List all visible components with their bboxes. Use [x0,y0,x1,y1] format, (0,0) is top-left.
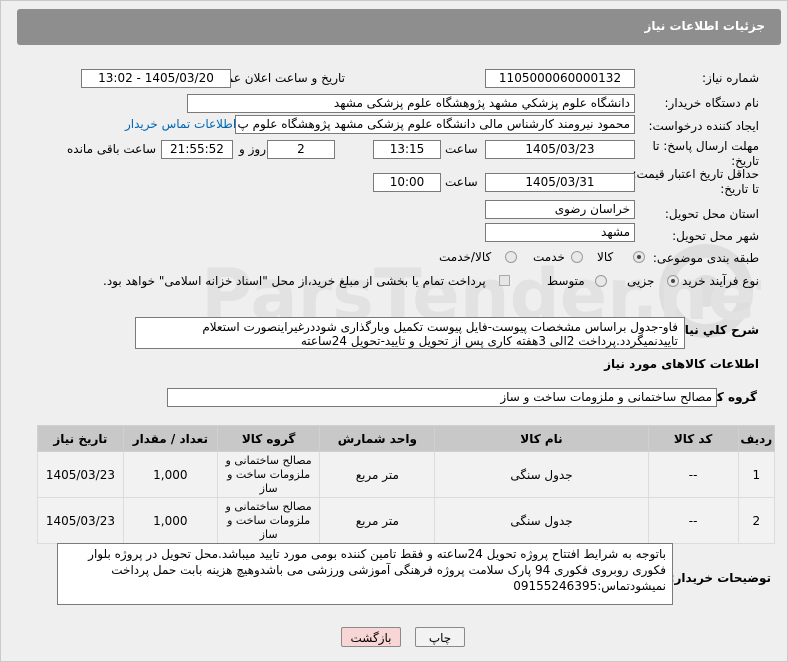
remaining-label: ساعت باقی مانده [67,142,157,156]
category-radio-goods[interactable] [633,251,645,263]
goods-table: ردیف کد کالا نام کالا واحد شمارش گروه کا… [37,425,776,544]
validity-label-date: تا تاریخ: [720,182,759,196]
validity-time-field: 10:00 [373,173,441,192]
process-label: نوع فرآیند خرید : [674,274,759,288]
cell-qty: 1,000 [122,451,218,498]
cell-date: 1405/03/23 [37,451,124,498]
remaining-time-field: 21:55:52 [161,140,233,159]
cell-unit: متر مربع [319,451,436,498]
category-radio-goods-service[interactable] [505,251,517,263]
validity-date-field: 1405/03/31 [485,173,635,192]
province-field: خراسان رضوی [485,200,635,219]
buyer-notes-label: توضیحات خریدار: [669,571,771,585]
description-textarea: فاو-جدول براساس مشخصات پیوست-فایل پیوست … [135,317,685,349]
category-label: طبقه بندی موضوعی: [652,251,759,265]
page-title: جزئیات اطلاعات نیاز [644,19,765,33]
buyer-notes-textarea: باتوجه به شرایط افتتاح پروژه تحویل 24ساع… [57,543,673,605]
days-label: روز و [239,142,266,156]
col-code: کد کالا [647,425,739,452]
province-label: استان محل تحویل: [664,207,759,221]
payment-note: پرداخت تمام یا بخشی از مبلغ خرید،از محل … [103,274,486,288]
buyer-org-field: دانشگاه علوم پزشكي مشهد پژوهشگاه علوم پز… [187,94,635,113]
announce-field: 1405/03/20 - 13:02 [81,69,231,88]
cell-unit: متر مربع [319,497,436,544]
page-frame: جزئیات اطلاعات نیاز ParsTender.net شماره… [0,0,788,662]
process-radio-medium[interactable] [595,275,607,287]
cell-qty: 1,000 [122,497,218,544]
cell-group: مصالح ساختمانی و ملزومات ساخت و ساز [216,497,321,544]
requester-field: محمود نیرومند کارشناس مالی دانشگاه علوم … [235,115,635,134]
back-button[interactable]: بازگشت [341,627,401,647]
col-qty: تعداد / مقدار [122,425,218,452]
cell-row: 1 [737,451,776,498]
need-number-label: شماره نیاز: [702,71,759,85]
table-row: 1 -- جدول سنگی متر مربع مصالح ساختمانی و… [37,451,776,498]
col-unit: واحد شمارش [319,425,436,452]
print-button[interactable]: چاپ [415,627,465,647]
goods-section-title: اطلاعات کالاهای مورد نیاز [604,357,759,371]
table-header-row: ردیف کد کالا نام کالا واحد شمارش گروه کا… [37,425,776,452]
deadline-time-label: ساعت [445,142,478,156]
process-radio-minor[interactable] [667,275,679,287]
cell-group: مصالح ساختمانی و ملزومات ساخت و ساز [216,451,321,498]
days-field: 2 [267,140,335,159]
validity-label: حداقل تاریخ اعتبار قیمت: [632,167,759,181]
process-option-medium: متوسط [547,274,585,288]
process-option-minor: جزیی [627,274,655,288]
col-row: ردیف [737,425,776,452]
city-field: مشهد [485,223,635,242]
header-bar: جزئیات اطلاعات نیاز [17,9,781,45]
buyer-org-label: نام دستگاه خریدار: [664,96,760,110]
col-date: تاریخ نیاز [37,425,124,452]
category-option-goods-service: کالا/خدمت [439,250,492,264]
city-label: شهر محل تحویل: [672,229,759,243]
deadline-date-field: 1405/03/23 [485,140,635,159]
cell-row: 2 [737,497,776,544]
deadline-time-field: 13:15 [373,140,441,159]
cell-code: -- [647,497,739,544]
category-option-goods: کالا [597,250,614,264]
cell-name: جدول سنگی [434,451,649,498]
cell-name: جدول سنگی [434,497,649,544]
deadline-label-date: تاریخ: [731,154,759,168]
table-row: 2 -- جدول سنگی متر مربع مصالح ساختمانی و… [37,497,776,544]
validity-time-label: ساعت [445,175,478,189]
goods-group-field: مصالح ساختمانی و ملزومات ساخت و ساز [167,388,717,407]
col-group: گروه کالا [216,425,321,452]
description-label: شرح کلي نیاز: [673,323,759,337]
cell-code: -- [647,451,739,498]
cell-date: 1405/03/23 [37,497,124,544]
category-option-service: خدمت [533,250,565,264]
buyer-contact-link[interactable]: اطلاعات تماس خریدار [125,117,236,131]
treasury-checkbox[interactable] [499,275,510,286]
need-number-field: 1105000060000132 [485,69,635,88]
col-name: نام کالا [434,425,649,452]
requester-label: ایجاد کننده درخواست: [648,119,759,133]
deadline-label: مهلت ارسال پاسخ: تا [652,139,759,153]
category-radio-service[interactable] [571,251,583,263]
